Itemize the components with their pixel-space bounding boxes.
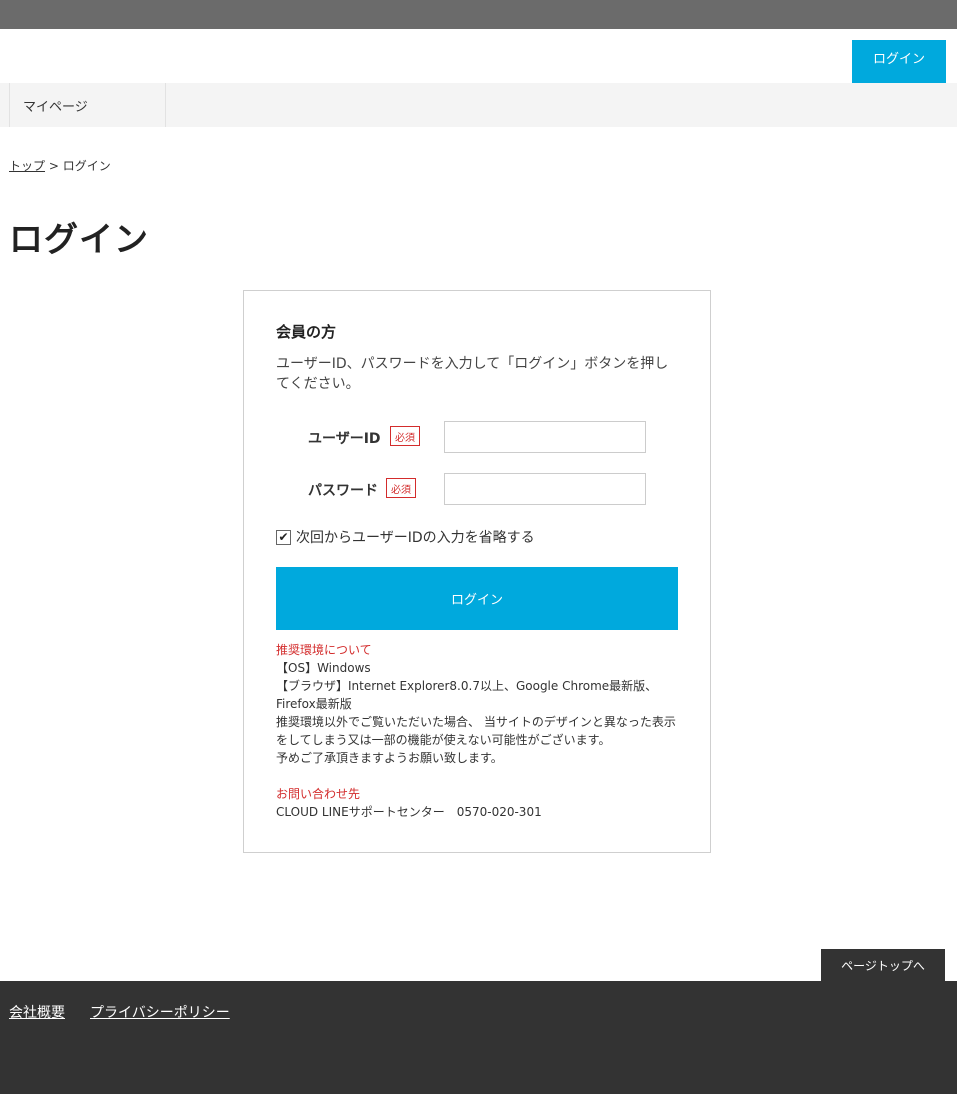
login-submit-button[interactable]: ログイン [276,567,678,630]
breadcrumb-home-link[interactable]: トップ [9,159,45,173]
environment-title: 推奨環境について [276,643,372,657]
footer-link-company[interactable]: 会社概要 [9,1002,65,1022]
login-box: 会員の方 ユーザーID、パスワードを入力して「ログイン」ボタンを押してください。… [243,290,711,853]
remember-id-checkbox[interactable]: ✔ [276,529,291,545]
global-nav: マイページ [0,83,957,127]
breadcrumb: トップ > ログイン [9,157,111,174]
environment-note: 推奨環境以外でご覧いただいた場合、 当サイトのデザインと異なった表示をしてしまう… [276,715,676,747]
environment-os: 【OS】Windows [276,661,371,675]
footer: 会社概要 プライバシーポリシー [0,981,957,1094]
header: ログイン [0,29,957,84]
user-id-input[interactable] [444,421,646,453]
password-row: パスワード 必須 [244,473,712,505]
recommended-environment: 推奨環境について 【OS】Windows 【ブラウザ】Internet Expl… [276,641,686,767]
header-login-button[interactable]: ログイン [852,40,946,84]
member-heading: 会員の方 [276,323,337,341]
top-strip [0,0,957,29]
user-id-row: ユーザーID 必須 [244,421,712,453]
password-required-badge: 必須 [386,478,416,498]
password-input[interactable] [444,473,646,505]
checkmark-icon: ✔ [278,530,289,544]
remember-id-label[interactable]: 次回からユーザーIDの入力を省略する [296,527,535,547]
password-label: パスワード [308,483,378,499]
contact-info: お問い合わせ先 CLOUD LINEサポートセンター 0570-020-301 [276,785,686,821]
page-top-button[interactable]: ページトップへ [821,949,945,981]
nav-item-mypage[interactable]: マイページ [9,83,166,127]
environment-note-2: 予めご了承頂きますようお願い致します。 [276,751,503,765]
user-id-required-badge: 必須 [390,426,420,446]
user-id-label: ユーザーID [308,431,381,447]
breadcrumb-current: ログイン [62,159,111,173]
contact-text: CLOUD LINEサポートセンター 0570-020-301 [276,805,542,819]
breadcrumb-separator: > [48,159,59,173]
remember-id-row: ✔ 次回からユーザーIDの入力を省略する [276,527,535,547]
page-title: ログイン [9,220,149,260]
contact-title: お問い合わせ先 [276,787,361,801]
environment-browser: 【ブラウザ】Internet Explorer8.0.7以上、Google Ch… [276,679,658,711]
login-instructions: ユーザーID、パスワードを入力して「ログイン」ボタンを押してください。 [276,356,669,392]
footer-link-privacy[interactable]: プライバシーポリシー [90,1002,230,1022]
